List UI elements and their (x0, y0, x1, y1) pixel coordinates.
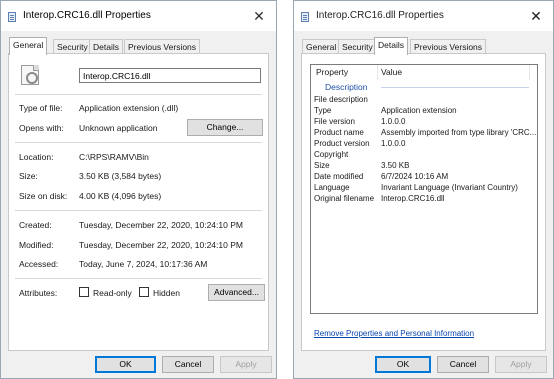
list-item[interactable]: Type Application extension (311, 106, 537, 116)
modified-value: Tuesday, December 22, 2020, 10:24:10 PM (79, 240, 243, 250)
readonly-checkbox[interactable] (79, 287, 89, 297)
title-bar[interactable]: Interop.CRC16.dll Properties ✕ (1, 1, 276, 31)
description-group-label: Description (325, 82, 368, 92)
general-panel: Interop.CRC16.dll Type of file: Applicat… (8, 53, 269, 351)
group-divider (381, 87, 529, 88)
property-name: File description (314, 95, 368, 104)
location-value: C:\RPS\RAMV\Bin (79, 152, 149, 162)
general-properties-dialog: Interop.CRC16.dll Properties ✕ General S… (0, 0, 277, 379)
list-item[interactable]: Original filename Interop.CRC16.dll (311, 194, 537, 204)
type-value: Application extension (.dll) (79, 103, 179, 113)
title-bar[interactable]: Interop.CRC16.dll Properties ✕ (294, 1, 553, 31)
list-item[interactable]: Size 3.50 KB (311, 161, 537, 171)
size-label: Size: (19, 171, 38, 181)
cancel-button[interactable]: Cancel (437, 356, 489, 373)
window-title: Interop.CRC16.dll Properties (23, 10, 151, 21)
cancel-button[interactable]: Cancel (162, 356, 214, 373)
dll-file-icon (21, 65, 39, 85)
readonly-label[interactable]: Read-only (93, 288, 132, 298)
property-name: Language (314, 183, 350, 192)
property-value: 3.50 KB (381, 161, 410, 170)
details-properties-dialog: Interop.CRC16.dll Properties ✕ General S… (293, 0, 554, 379)
divider (15, 210, 262, 211)
type-label: Type of file: (19, 103, 63, 113)
close-button[interactable]: ✕ (242, 1, 276, 31)
details-panel: Property Value Description File descript… (301, 53, 546, 351)
divider (15, 278, 262, 279)
value-column-header[interactable]: Value (381, 67, 402, 77)
list-item[interactable]: Product name Assembly imported from type… (311, 128, 537, 138)
column-divider[interactable] (377, 65, 378, 80)
property-value: Application extension (381, 106, 457, 115)
tab-security[interactable]: Security (338, 39, 377, 54)
tab-general[interactable]: General (302, 39, 341, 54)
hidden-label[interactable]: Hidden (153, 288, 180, 298)
property-name: Date modified (314, 172, 364, 181)
property-value: 6/7/2024 10:16 AM (381, 172, 449, 181)
property-value: Interop.CRC16.dll (381, 194, 445, 203)
list-item[interactable]: Copyright (311, 150, 537, 160)
tab-details[interactable]: Details (374, 37, 408, 55)
tab-previous-versions[interactable]: Previous Versions (410, 39, 487, 54)
tab-security[interactable]: Security (53, 39, 92, 54)
property-value: 1.0.0.0 (381, 139, 406, 148)
property-column-header[interactable]: Property (316, 67, 348, 77)
tab-previous-versions[interactable]: Previous Versions (124, 39, 201, 54)
tab-general[interactable]: General (9, 37, 48, 55)
file-name-input[interactable]: Interop.CRC16.dll (79, 68, 261, 83)
property-name: Copyright (314, 150, 349, 159)
list-item[interactable]: Product version 1.0.0.0 (311, 139, 537, 149)
size-on-disk-value: 4.00 KB (4,096 bytes) (79, 191, 162, 201)
list-item[interactable]: File description (311, 95, 537, 105)
tab-strip: General Security Details Previous Versio… (9, 37, 268, 55)
tab-details[interactable]: Details (89, 39, 123, 54)
property-value: 1.0.0.0 (381, 117, 406, 126)
accessed-value: Today, June 7, 2024, 10:17:36 AM (79, 259, 208, 269)
property-name: Product version (314, 139, 370, 148)
file-properties-icon (8, 12, 16, 22)
hidden-checkbox[interactable] (139, 287, 149, 297)
file-properties-icon (301, 12, 309, 22)
apply-button[interactable]: Apply (495, 356, 547, 373)
list-item[interactable]: File version 1.0.0.0 (311, 117, 537, 127)
list-item[interactable]: Language Invariant Language (Invariant C… (311, 183, 537, 193)
property-value: Invariant Language (Invariant Country) (381, 183, 518, 192)
size-value: 3.50 KB (3,584 bytes) (79, 171, 162, 181)
accessed-label: Accessed: (19, 259, 59, 269)
remove-properties-link[interactable]: Remove Properties and Personal Informati… (314, 329, 474, 338)
change-button[interactable]: Change... (187, 119, 263, 136)
apply-button[interactable]: Apply (220, 356, 272, 373)
modified-label: Modified: (19, 240, 54, 250)
ok-button[interactable]: OK (95, 356, 156, 373)
property-name: Original filename (314, 194, 375, 203)
ok-button[interactable]: OK (375, 356, 431, 373)
properties-list[interactable]: Property Value Description File descript… (310, 64, 538, 314)
opens-with-label: Opens with: (19, 123, 64, 133)
property-name: Size (314, 161, 330, 170)
advanced-button[interactable]: Advanced... (208, 284, 265, 301)
divider (15, 142, 262, 143)
created-label: Created: (19, 220, 52, 230)
property-name: Product name (314, 128, 364, 137)
column-divider[interactable] (529, 65, 530, 80)
property-name: File version (314, 117, 355, 126)
opens-with-value: Unknown application (79, 123, 158, 133)
divider (15, 94, 262, 95)
tab-strip: General Security Details Previous Versio… (302, 37, 545, 55)
list-item[interactable]: Date modified 6/7/2024 10:16 AM (311, 172, 537, 182)
attributes-label: Attributes: (19, 288, 58, 298)
close-button[interactable]: ✕ (519, 1, 553, 31)
size-on-disk-label: Size on disk: (19, 191, 68, 201)
list-header: Property Value (311, 65, 537, 80)
created-value: Tuesday, December 22, 2020, 10:24:10 PM (79, 220, 243, 230)
property-value: Assembly imported from type library 'CRC… (381, 128, 537, 137)
property-name: Type (314, 106, 332, 115)
location-label: Location: (19, 152, 54, 162)
window-title: Interop.CRC16.dll Properties (316, 10, 444, 21)
